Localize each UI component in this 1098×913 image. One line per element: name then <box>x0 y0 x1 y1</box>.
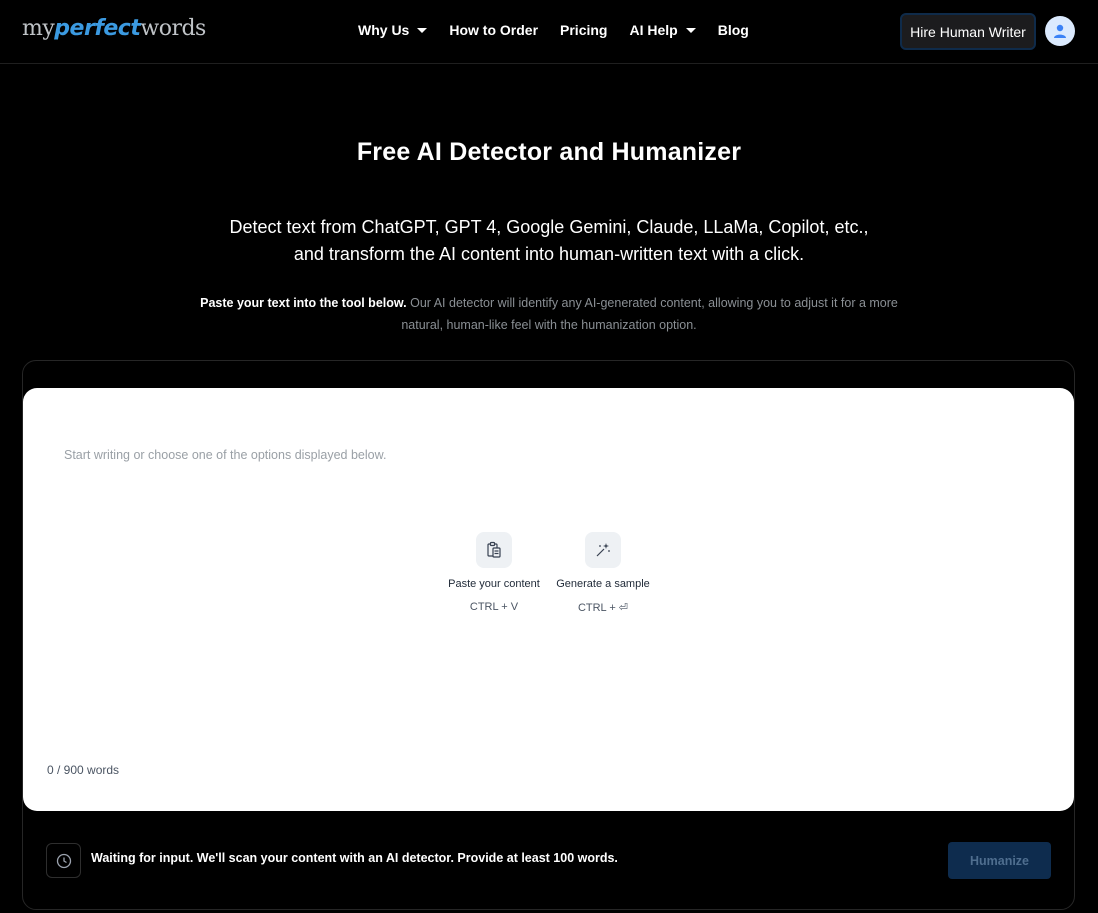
nav-how-to-order[interactable]: How to Order <box>449 22 538 38</box>
paste-content-label: Paste your content <box>448 578 540 590</box>
nav-blog-label: Blog <box>717 22 749 38</box>
hero-description: Paste your text into the tool below. Our… <box>200 292 898 336</box>
generate-sample-shortcut: CTRL + ⏎ <box>577 602 629 614</box>
generate-sample-label: Generate a sample <box>556 578 650 590</box>
chevron-down-icon <box>685 27 696 33</box>
top-navbar: myperfectwords Why Us How to Order Prici… <box>0 0 1098 64</box>
nav-ai-help[interactable]: AI Help <box>629 22 696 38</box>
page-title: Free AI Detector and Humanizer <box>356 138 742 166</box>
user-avatar-button[interactable] <box>1045 16 1075 46</box>
logo[interactable]: myperfectwords <box>22 16 206 41</box>
logo-text-perfect: perfect <box>54 16 141 41</box>
main-nav: Why Us How to Order Pricing AI Help Blog <box>358 22 749 38</box>
hero-description-strong: Paste your text into the tool below. <box>200 296 407 310</box>
word-count: 0 / 900 words <box>47 763 120 777</box>
editor-placeholder: Start writing or choose one of the optio… <box>64 448 387 462</box>
paste-content-shortcut: CTRL + V <box>469 601 519 613</box>
nav-how-to-order-label: How to Order <box>449 22 539 38</box>
humanize-button[interactable]: Humanize <box>948 842 1051 879</box>
sparkle-icon <box>585 532 621 568</box>
user-icon <box>1054 24 1066 38</box>
hero-subtitle-line-1: Detect text from ChatGPT, GPT 4, Google … <box>229 217 869 237</box>
chevron-down-icon <box>417 27 428 33</box>
text-editor[interactable]: Start writing or choose one of the optio… <box>23 388 1074 811</box>
logo-text-my: my <box>22 16 55 41</box>
nav-ai-help-label: AI Help <box>629 22 678 38</box>
hero-subtitle-line-2: and transform the AI content into human-… <box>293 244 805 264</box>
generate-sample-option[interactable]: Generate a sample CTRL + ⏎ <box>548 532 658 614</box>
nav-pricing-label: Pricing <box>560 22 608 38</box>
hire-human-writer-button[interactable]: Hire Human Writer <box>900 13 1036 50</box>
nav-pricing[interactable]: Pricing <box>560 22 607 38</box>
clock-icon <box>46 843 81 878</box>
hero-subtitle: Detect text from ChatGPT, GPT 4, Google … <box>0 214 1098 268</box>
paste-content-option[interactable]: Paste your content CTRL + V <box>439 532 549 613</box>
nav-why-us-label: Why Us <box>358 22 410 38</box>
clipboard-icon <box>476 532 512 568</box>
nav-blog[interactable]: Blog <box>718 22 749 38</box>
status-message: Waiting for input. We'll scan your conte… <box>91 851 618 865</box>
nav-why-us[interactable]: Why Us <box>358 22 428 38</box>
logo-text-words: words <box>140 16 206 41</box>
hero-description-rest: Our AI detector will identify any AI-gen… <box>401 296 898 332</box>
